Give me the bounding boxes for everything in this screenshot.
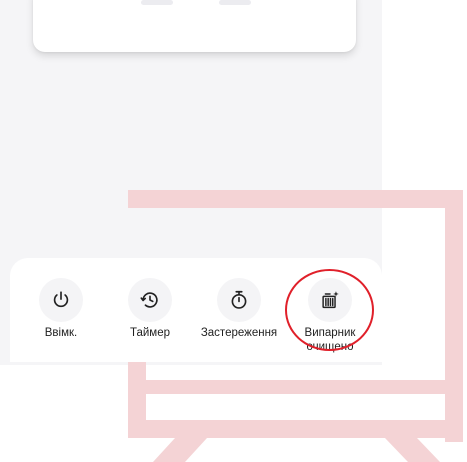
power-button[interactable]: Ввімк. bbox=[11, 278, 111, 340]
highlight-circle bbox=[285, 269, 374, 351]
alert-button[interactable]: Застереження bbox=[189, 278, 289, 340]
timer-label: Таймер bbox=[129, 327, 171, 339]
power-icon bbox=[53, 291, 69, 308]
stopwatch-icon bbox=[231, 290, 247, 309]
stopwatch-icon-wrap bbox=[217, 278, 261, 322]
card-indicator bbox=[219, 0, 251, 5]
alert-label: Застереження bbox=[200, 327, 278, 339]
card-indicator bbox=[141, 0, 173, 5]
power-icon-wrap bbox=[39, 278, 83, 322]
power-label: Ввімк. bbox=[44, 327, 78, 339]
timer-history-icon bbox=[140, 292, 158, 308]
timer-icon-wrap bbox=[128, 278, 172, 322]
device-card bbox=[33, 0, 356, 52]
timer-button[interactable]: Таймер bbox=[100, 278, 200, 340]
